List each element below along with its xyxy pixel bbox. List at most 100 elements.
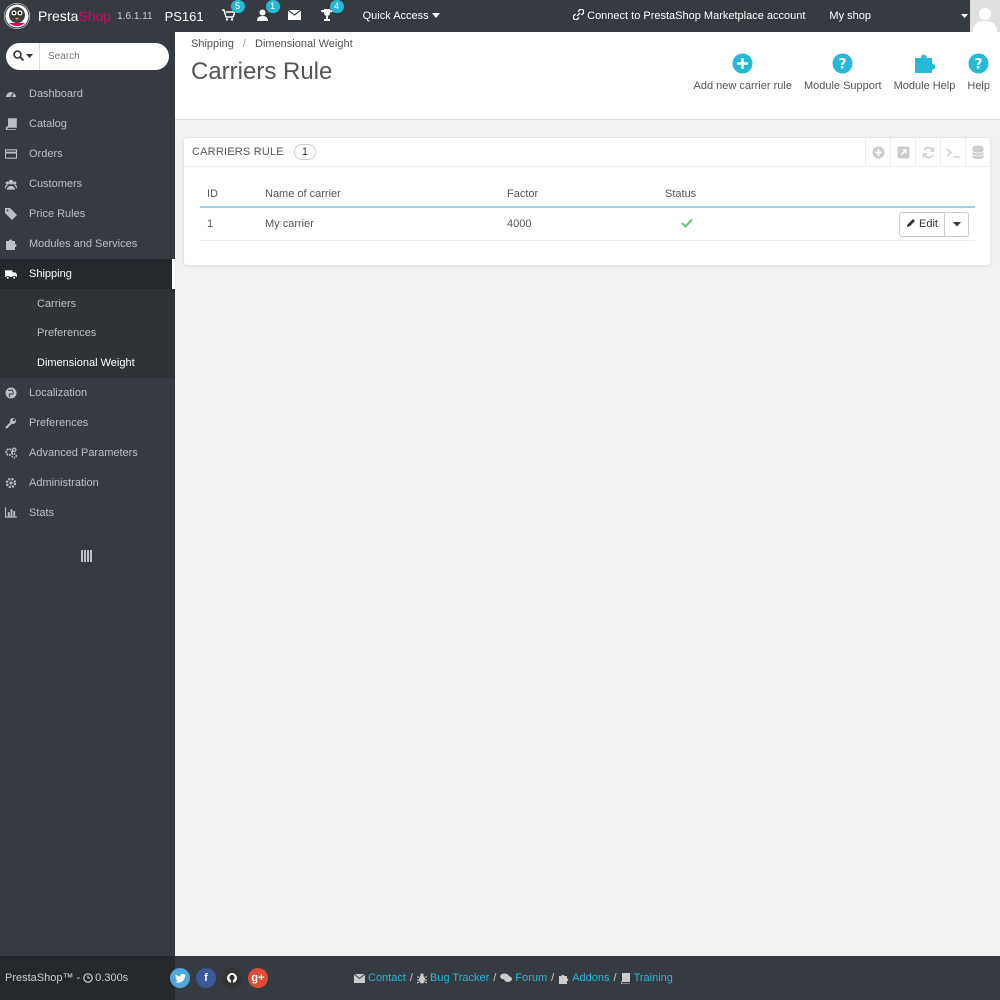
sidebar-item-label: Stats [29,506,55,519]
sidebar-item-price-rules[interactable]: Price Rules [0,199,175,229]
check-icon [681,218,693,231]
sidebar-item-shipping[interactable]: Shipping [0,259,175,289]
export-icon[interactable] [890,138,915,166]
table-row[interactable]: 1 My carrier 4000 Edit [200,208,975,241]
help-button[interactable]: ? Help [967,52,990,92]
add-new-icon[interactable] [865,138,890,166]
column-header-id: ID [207,187,218,200]
facebook-icon[interactable]: f [196,968,216,988]
sidebar-item-orders[interactable]: Orders [0,139,175,169]
brand-name: PrestaShop [38,8,112,24]
sidebar-item-label: Dashboard [29,88,83,100]
svg-text:?: ? [839,56,847,72]
edit-button[interactable]: Edit [899,211,945,237]
sidebar-item-label: Preferences [29,416,89,429]
trophy-badge: 4 [329,0,344,13]
logo[interactable]: PrestaShop 1.6.1.11 [0,0,153,32]
sidebar-item-advanced-parameters[interactable]: Advanced Parameters [0,438,175,468]
column-header-factor: Factor [507,187,539,200]
avatar[interactable] [970,0,1000,32]
add-carrier-rule-button[interactable]: Add new carrier rule [694,52,792,92]
sidebar-item-label: Advanced Parameters [29,446,138,459]
page-title: Carriers Rule [191,58,333,85]
footer-dash: - [76,972,81,984]
footer-link-training[interactable]: Training [620,972,673,984]
breadcrumb-item-dimensional-weight[interactable]: Dimensional Weight [255,38,353,50]
footer: PrestaShop™ - 0.300s f g+ Contact / Bug … [0,956,1000,1000]
sidebar-item-label: Modules and Services [29,238,138,250]
footer-link-bug-tracker[interactable]: Bug Tracker [416,972,489,984]
row-actions-dropdown[interactable] [945,211,969,237]
footer-info: PrestaShop™ - 0.300s [0,956,175,1000]
sidebar-item-label: Price Rules [29,208,86,220]
sidebar-item-catalog[interactable]: Catalog [0,109,175,139]
quick-access-menu[interactable]: Quick Access [363,10,440,22]
footer-separator: / [409,972,413,984]
top-bar: PrestaShop 1.6.1.11 PS161 5 1 4 Quick Ac… [0,0,1000,32]
sidebar-item-dashboard[interactable]: Dashboard [0,79,175,109]
book-icon [620,972,631,984]
sidebar-subitem-preferences[interactable]: Preferences [0,318,175,348]
sidebar-item-localization[interactable]: Localization [0,378,175,408]
globe-icon [5,387,17,399]
edit-label: Edit [919,218,938,230]
customer-notifications[interactable]: 1 [256,0,280,24]
credit-card-icon [5,148,17,160]
module-help-button[interactable]: Module Help [894,52,955,92]
customers-badge: 1 [265,0,280,13]
sidebar-item-label: Shipping [29,268,72,280]
caret-down-icon [431,10,440,22]
search-icon [12,49,24,64]
database-icon[interactable] [965,138,990,166]
sidebar-item-preferences[interactable]: Preferences [0,408,175,438]
sidebar-item-label: Catalog [29,118,67,130]
github-icon[interactable] [222,968,242,988]
cart-notifications[interactable]: 5 [221,0,245,24]
puzzle-icon [558,973,569,984]
sidebar-item-label: Administration [29,476,99,489]
trophy-notifications[interactable]: 4 [320,0,344,24]
footer-link-contact[interactable]: Contact [354,972,406,984]
twitter-icon[interactable] [170,968,190,988]
sidebar-subitem-carriers[interactable]: Carriers [0,289,175,319]
google-plus-icon[interactable]: g+ [248,968,268,988]
refresh-icon[interactable] [915,138,940,166]
sidebar-item-label: Localization [29,386,88,399]
footer-separator: / [493,972,497,984]
link-icon [572,8,585,23]
shop-code[interactable]: PS161 [165,9,204,24]
bug-icon [416,972,427,984]
sidebar-item-customers[interactable]: Customers [0,169,175,199]
footer-link-label: Contact [368,972,406,984]
sidebar-subitem-dimensional-weight[interactable]: Dimensional Weight [0,348,175,378]
sidebar-item-stats[interactable]: Stats [0,498,175,528]
prestashop-logo-icon [4,3,30,29]
breadcrumb-item-shipping[interactable]: Shipping [191,38,234,50]
collapse-menu-icon[interactable] [81,550,93,562]
my-shop-link[interactable]: My shop [829,10,871,22]
bar-chart-icon [5,507,17,519]
carriers-rule-panel: CARRIERS RULE 1 ID Name of carrier Facto… [183,137,991,266]
footer-link-label: Training [633,972,673,984]
search-type-select[interactable] [6,43,40,70]
sidebar-item-modules[interactable]: Modules and Services [0,229,175,259]
status-toggle[interactable] [665,218,725,231]
caret-down-icon [952,218,961,230]
connect-marketplace-link[interactable]: Connect to PrestaShop Marketplace accoun… [572,8,805,23]
employee-menu[interactable] [961,12,968,21]
sidebar-item-administration[interactable]: Administration [0,468,175,498]
messages-notifications[interactable] [287,9,301,23]
footer-link-label: Addons [572,972,610,984]
footer-link-addons[interactable]: Addons [558,972,610,984]
panel-actions [865,138,990,166]
footer-link-forum[interactable]: Forum [500,972,547,984]
footer-separator: / [551,972,555,984]
terminal-icon[interactable] [940,138,965,166]
row-actions: Edit [899,211,969,237]
main-nav: Dashboard Catalog Orders Customers Price… [0,79,175,528]
search-input[interactable] [48,51,158,62]
module-support-button[interactable]: ? Module Support [804,52,882,92]
cell-id: 1 [207,218,214,230]
pencil-icon [906,218,916,231]
wrench-icon [5,417,17,429]
